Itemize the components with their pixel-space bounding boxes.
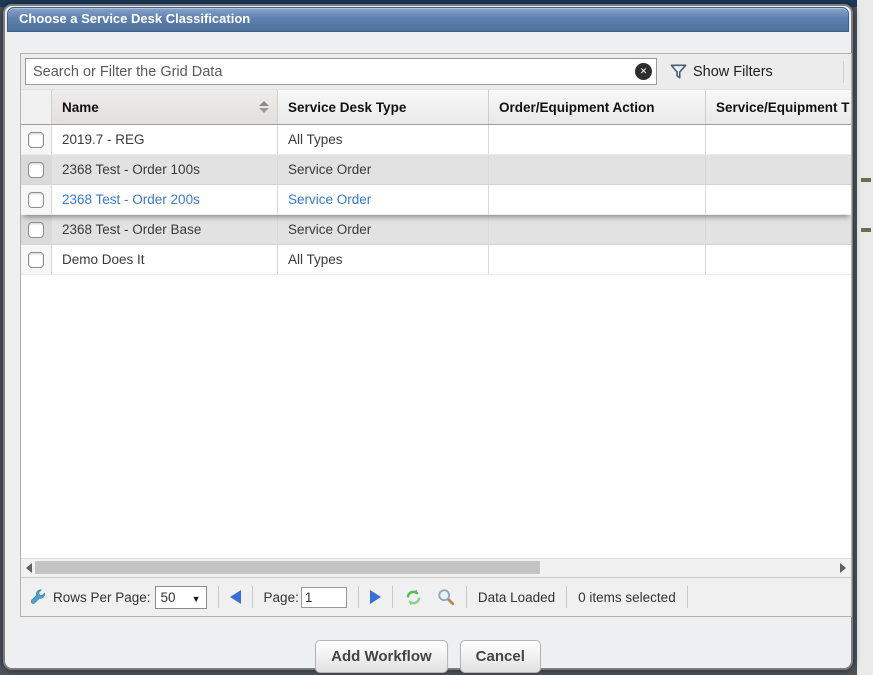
table-row[interactable]: 2368 Test - Order Base Service Order xyxy=(21,215,851,245)
cell-service-equipment-type xyxy=(706,155,851,184)
cell-service-desk-type: Service Order xyxy=(278,155,489,184)
pager-separator xyxy=(358,586,359,608)
header-service-desk-type-label: Service Desk Type xyxy=(288,100,406,115)
header-order-equipment-action-label: Order/Equipment Action xyxy=(499,100,655,115)
scrollbar-thumb[interactable] xyxy=(35,561,540,574)
header-checkbox-column xyxy=(21,90,52,124)
table-row[interactable]: 2019.7 - REG All Types xyxy=(21,125,851,155)
page-number-input[interactable] xyxy=(301,587,347,608)
grid-header-row: Name Service Desk Type Order/Equipment A… xyxy=(21,90,851,125)
header-name-label: Name xyxy=(62,100,99,115)
pager-separator xyxy=(218,586,219,608)
background-artifact xyxy=(861,178,871,182)
page-label: Page: xyxy=(264,590,299,605)
grid-settings-wrench-icon[interactable] xyxy=(29,588,47,606)
cell-name: 2368 Test - Order 100s xyxy=(52,155,278,184)
grid-empty-area xyxy=(21,275,851,558)
quick-search-magnifier-icon[interactable] xyxy=(437,588,455,606)
cell-name: 2019.7 - REG xyxy=(52,125,278,154)
checkbox-cell xyxy=(21,215,52,244)
grid-panel: Show Filters Name Service Desk Type Orde… xyxy=(20,53,852,617)
checkbox-cell xyxy=(21,125,52,154)
pager-bar: Rows Per Page: 50 Page: xyxy=(21,577,851,616)
row-checkbox[interactable] xyxy=(28,192,44,208)
checkbox-cell xyxy=(21,155,52,184)
header-service-equipment-type-label: Service/Equipment T xyxy=(716,100,850,115)
dialog-button-row: Add Workflow Cancel xyxy=(5,640,851,673)
table-row-highlighted[interactable]: 2368 Test - Order 200s Service Order xyxy=(21,185,851,215)
pager-separator xyxy=(392,586,393,608)
cell-service-desk-type: All Types xyxy=(278,125,489,154)
checkbox-cell xyxy=(21,245,52,274)
search-input[interactable] xyxy=(25,58,657,85)
cell-service-desk-type: Service Order xyxy=(278,185,489,214)
header-service-desk-type[interactable]: Service Desk Type xyxy=(278,90,489,124)
header-name[interactable]: Name xyxy=(52,90,278,124)
refresh-icon[interactable] xyxy=(404,588,423,607)
table-row[interactable]: Demo Does It All Types xyxy=(21,245,851,275)
grid-toolbar: Show Filters xyxy=(21,54,851,90)
search-wrap xyxy=(25,58,657,85)
toolbar-separator xyxy=(843,61,844,83)
filter-funnel-icon[interactable] xyxy=(669,62,688,81)
pager-separator xyxy=(687,586,688,608)
rows-per-page-label: Rows Per Page: xyxy=(53,590,151,605)
sort-icon[interactable] xyxy=(259,101,269,113)
row-checkbox[interactable] xyxy=(28,162,44,178)
service-desk-classification-dialog: Choose a Service Desk Classification Sho… xyxy=(3,4,853,670)
rows-per-page-value: 50 xyxy=(161,590,176,605)
table-row[interactable]: 2368 Test - Order 100s Service Order xyxy=(21,155,851,185)
cell-service-equipment-type xyxy=(706,245,851,274)
pager-separator xyxy=(566,586,567,608)
cell-order-equipment-action xyxy=(489,215,706,244)
scroll-left-arrow-icon[interactable] xyxy=(26,563,32,573)
row-checkbox[interactable] xyxy=(28,252,44,268)
dialog-titlebar: Choose a Service Desk Classification xyxy=(7,7,849,32)
cell-service-desk-type: All Types xyxy=(278,245,489,274)
cell-name: Demo Does It xyxy=(52,245,278,274)
horizontal-scrollbar[interactable] xyxy=(21,558,851,577)
page-background-right xyxy=(857,0,873,675)
dialog-title: Choose a Service Desk Classification xyxy=(19,11,250,26)
header-order-equipment-action[interactable]: Order/Equipment Action xyxy=(489,90,706,124)
checkbox-cell xyxy=(21,185,52,214)
row-checkbox[interactable] xyxy=(28,222,44,238)
grid-body: 2019.7 - REG All Types 2368 Test - Order… xyxy=(21,125,851,558)
rows-per-page-select[interactable]: 50 xyxy=(155,586,207,609)
items-selected-status: 0 items selected xyxy=(578,590,676,605)
cell-service-desk-type: Service Order xyxy=(278,215,489,244)
header-service-equipment-type[interactable]: Service/Equipment T xyxy=(706,90,851,124)
cell-name: 2368 Test - Order Base xyxy=(52,215,278,244)
cell-order-equipment-action xyxy=(489,245,706,274)
cell-service-equipment-type xyxy=(706,215,851,244)
scroll-right-arrow-icon[interactable] xyxy=(840,563,846,573)
cell-name: 2368 Test - Order 200s xyxy=(52,185,278,214)
cell-order-equipment-action xyxy=(489,125,706,154)
row-checkbox[interactable] xyxy=(28,132,44,148)
next-page-icon[interactable] xyxy=(370,590,381,604)
add-workflow-button[interactable]: Add Workflow xyxy=(315,640,448,673)
pager-separator xyxy=(252,586,253,608)
show-filters-button[interactable]: Show Filters xyxy=(693,64,773,80)
cell-order-equipment-action xyxy=(489,185,706,214)
cancel-button[interactable]: Cancel xyxy=(460,640,541,673)
clear-search-icon[interactable] xyxy=(635,63,652,80)
cell-service-equipment-type xyxy=(706,125,851,154)
cell-order-equipment-action xyxy=(489,155,706,184)
background-artifact xyxy=(861,228,871,232)
pager-separator xyxy=(466,586,467,608)
previous-page-icon[interactable] xyxy=(230,590,241,604)
dropdown-arrow-icon xyxy=(192,590,201,605)
data-loaded-status: Data Loaded xyxy=(478,590,555,605)
cell-service-equipment-type xyxy=(706,185,851,214)
